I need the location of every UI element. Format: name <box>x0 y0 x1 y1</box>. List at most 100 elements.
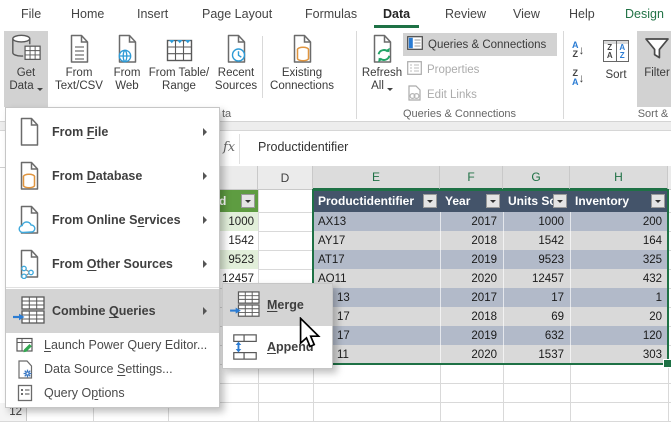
table-row[interactable]: 132017171 <box>313 288 668 307</box>
table-cell[interactable]: 2018 <box>440 307 503 326</box>
filter-dropdown-icon[interactable] <box>423 194 437 208</box>
table-row[interactable]: AO11202012457432 <box>313 269 668 288</box>
table-row[interactable]: 1120201537303 <box>313 345 668 364</box>
table-cell[interactable]: 2019 <box>440 326 503 345</box>
table-cell[interactable]: 2017 <box>440 288 503 307</box>
table-header-productidentifier[interactable]: Productidentifier <box>313 190 440 212</box>
table-cell[interactable]: 1542 <box>503 231 570 250</box>
table-header-inventory[interactable]: Inventory <box>570 190 668 212</box>
sort-ascending-button[interactable]: AZ↓ <box>572 41 585 62</box>
menu-item-launch-power-query-editor[interactable]: Launch Power Query Editor... <box>6 333 219 357</box>
table-cell[interactable]: 2020 <box>440 345 503 364</box>
left-table-cell[interactable]: 9523 <box>216 250 258 269</box>
table-cell[interactable]: 17 <box>503 288 570 307</box>
from-table-range-button[interactable]: From Table/ Range <box>147 31 211 107</box>
table-cell[interactable]: 120 <box>570 326 668 345</box>
left-table-cell[interactable]: 1000 <box>216 212 258 231</box>
queries-connections-button[interactable]: Queries & Connections <box>403 33 557 56</box>
menu-item-from-database[interactable]: From Database <box>6 154 219 198</box>
filter-dropdown-icon[interactable] <box>651 194 665 208</box>
table-cell[interactable]: 9523 <box>503 250 570 269</box>
column-header-h[interactable]: H <box>570 166 668 190</box>
table-row[interactable]: AT1720199523325 <box>313 250 668 269</box>
table-header-units-sold[interactable]: Units Sold <box>503 190 570 212</box>
submenu-arrow-icon <box>203 307 211 315</box>
tab-view[interactable]: View <box>504 0 549 28</box>
tab-review[interactable]: Review <box>436 0 495 28</box>
table-cell[interactable]: 1000 <box>503 212 570 231</box>
table-cell[interactable]: 2019 <box>440 250 503 269</box>
table-row[interactable]: AX1320171000200 <box>313 212 668 231</box>
left-table: d 10001542952312457 <box>216 190 258 288</box>
table-row[interactable]: 1720186920 <box>313 307 668 326</box>
table-cell[interactable]: 432 <box>570 269 668 288</box>
filter-button[interactable]: Filter <box>637 31 671 107</box>
table-cell[interactable]: 325 <box>570 250 668 269</box>
tab-data[interactable]: Data <box>374 0 419 28</box>
column-header-partial[interactable] <box>216 166 258 190</box>
table-cell[interactable]: 200 <box>570 212 668 231</box>
menu-item-query-options[interactable]: Query Options <box>6 381 219 405</box>
column-header-g[interactable]: G <box>503 166 570 190</box>
sort-descending-button[interactable]: ZA↓ <box>572 69 585 90</box>
menu-item-label: From Database <box>52 169 203 183</box>
table-cell[interactable]: 1 <box>570 288 668 307</box>
tab-file[interactable]: File <box>12 0 50 28</box>
left-table-cell[interactable]: 1542 <box>216 231 258 250</box>
refresh-all-button[interactable]: Refresh All <box>361 31 403 107</box>
table-row[interactable]: AY1720181542164 <box>313 231 668 250</box>
sort-button[interactable]: ZAAZ Sort <box>598 33 634 107</box>
tab-home[interactable]: Home <box>62 0 113 28</box>
get-data-dropdown-menu: From File From Database From Online Servic… <box>5 107 220 408</box>
submenu-item-append[interactable]: Append <box>223 326 332 368</box>
table-cell[interactable]: 20 <box>570 307 668 326</box>
recent-sources-button[interactable]: Recent Sources <box>211 31 261 107</box>
get-data-button[interactable]: Get Data <box>4 31 48 107</box>
table-cell[interactable]: AT17 <box>313 250 440 269</box>
tab-formulas[interactable]: Formulas <box>296 0 366 28</box>
filter-dropdown-icon[interactable] <box>486 194 500 208</box>
menu-item-label: Launch Power Query Editor... <box>44 338 219 352</box>
table-cell[interactable]: 164 <box>570 231 668 250</box>
text-csv-file-icon <box>67 31 91 67</box>
edit-links-button[interactable]: Edit Links <box>403 84 517 105</box>
gridline <box>216 383 671 384</box>
table-cell[interactable]: 69 <box>503 307 570 326</box>
table-cell[interactable]: 632 <box>503 326 570 345</box>
table-cell[interactable]: 303 <box>570 345 668 364</box>
menu-item-combine-queries[interactable]: Combine Queries <box>6 289 219 333</box>
dropdown-caret-icon <box>387 88 393 94</box>
properties-button[interactable]: Properties <box>403 59 517 80</box>
from-text-csv-button[interactable]: From Text/CSV <box>52 31 106 107</box>
menu-item-from-file[interactable]: From File <box>6 110 219 154</box>
column-header-f[interactable]: F <box>440 166 503 190</box>
existing-connections-button[interactable]: Existing Connections <box>266 31 338 107</box>
table-cell[interactable]: 2017 <box>440 212 503 231</box>
table-header-year[interactable]: Year <box>440 190 503 212</box>
menu-item-from-other-sources[interactable]: From Other Sources <box>6 242 219 286</box>
combine-queries-submenu: Merge Append <box>222 283 333 369</box>
column-header-d[interactable]: D <box>258 166 313 190</box>
filter-dropdown-icon[interactable] <box>553 194 567 208</box>
tab-help[interactable]: Help <box>560 0 604 28</box>
tab-design[interactable]: Design <box>616 0 671 28</box>
submenu-item-label: Merge <box>267 298 304 312</box>
left-table-header-cell[interactable]: d <box>216 190 258 212</box>
table-cell[interactable]: 12457 <box>503 269 570 288</box>
table-cell[interactable]: 2020 <box>440 269 503 288</box>
tab-insert[interactable]: Insert <box>128 0 177 28</box>
menu-item-data-source-settings[interactable]: Data Source Settings... <box>6 357 219 381</box>
tab-page-layout[interactable]: Page Layout <box>193 0 281 28</box>
formula-bar-value[interactable]: Productidentifier <box>258 140 348 154</box>
submenu-item-merge[interactable]: Merge <box>223 284 332 326</box>
table-cell[interactable]: AY17 <box>313 231 440 250</box>
column-header-e[interactable]: E <box>313 166 440 190</box>
table-row[interactable]: 172019632120 <box>313 326 668 345</box>
menu-item-from-online-services[interactable]: From Online Services <box>6 198 219 242</box>
table-cell[interactable]: 1537 <box>503 345 570 364</box>
from-web-button[interactable]: From Web <box>107 31 147 107</box>
filter-dropdown-icon[interactable] <box>241 194 255 208</box>
table-cell[interactable]: 2018 <box>440 231 503 250</box>
fx-icon[interactable]: fx <box>223 140 235 155</box>
table-cell[interactable]: AX13 <box>313 212 440 231</box>
